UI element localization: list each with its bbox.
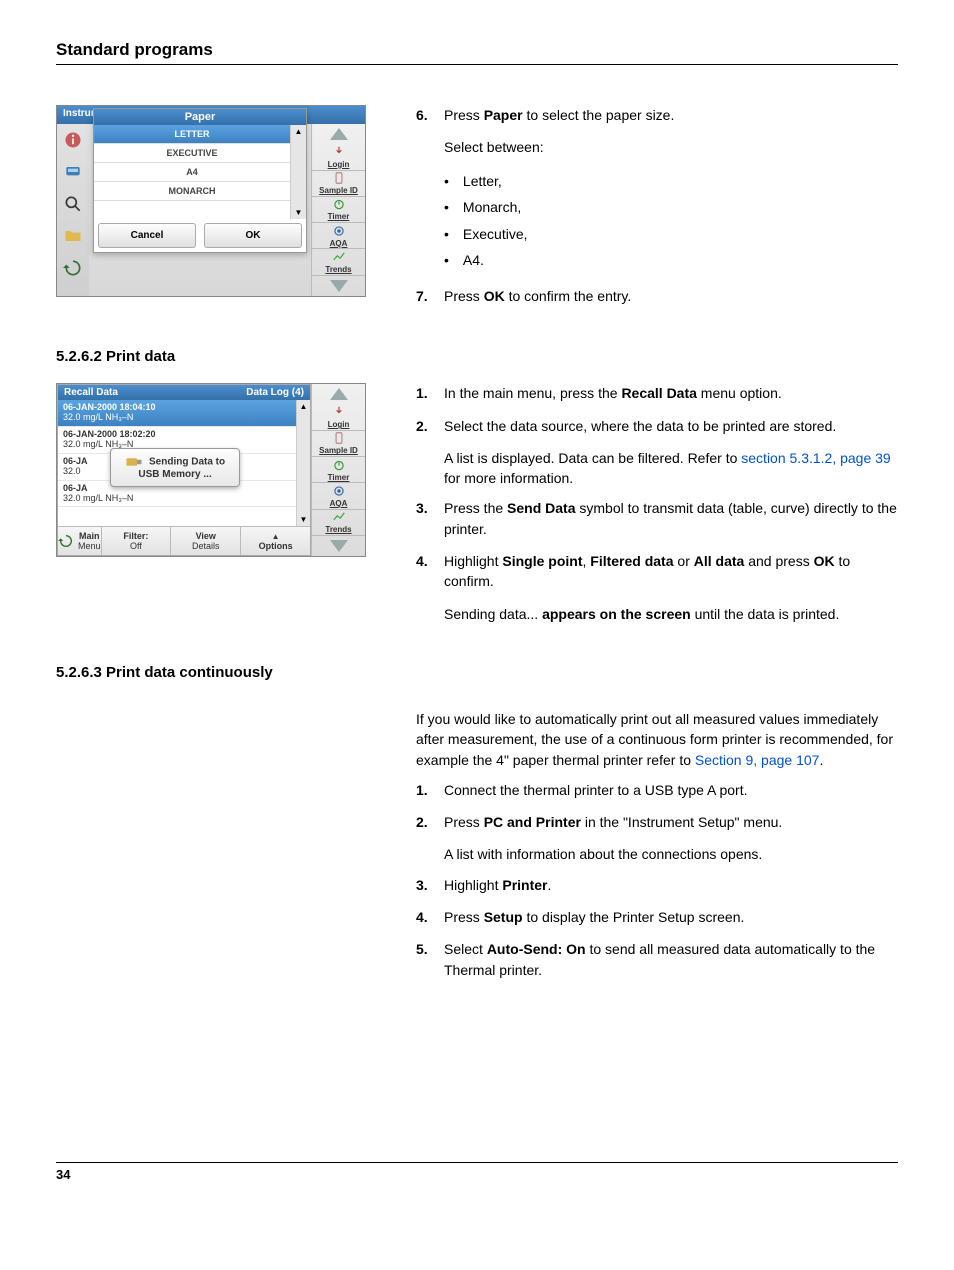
dialog-title: Paper — [94, 109, 306, 125]
recall-title-bar: Recall Data Data Log (4) — [58, 385, 310, 400]
option-monarch: Monarch, — [444, 194, 898, 221]
list-note: A list is displayed. Data can be filtere… — [444, 448, 898, 489]
scrollbar[interactable]: ▲▼ — [296, 400, 310, 526]
step-num: 3. — [416, 875, 444, 895]
tile-login[interactable]: Login — [312, 144, 365, 170]
scroll-up-icon[interactable]: ▲ — [295, 127, 303, 136]
list-note: A list with information about the connec… — [444, 844, 898, 864]
scroll-down-icon[interactable]: ▼ — [295, 208, 303, 217]
step-text: Press OK to confirm the entry. — [444, 286, 898, 306]
arrow-down-icon[interactable] — [330, 280, 348, 292]
right-tiles: Login Sample ID Timer AQA Trends — [311, 124, 365, 296]
step-num: 7. — [416, 286, 444, 306]
arrow-down-icon[interactable] — [330, 540, 348, 552]
tile-sample-id[interactable]: Sample ID — [312, 431, 365, 457]
usb-icon — [125, 455, 143, 469]
search-icon — [63, 194, 83, 214]
step-num: 1. — [416, 780, 444, 800]
step-text: Select Auto-Send: On to send all measure… — [444, 939, 898, 980]
heading-5-2-6-3: 5.2.6.3 Print data continuously — [56, 664, 898, 681]
arrow-up-icon[interactable] — [330, 388, 348, 400]
tile-login[interactable]: Login — [312, 405, 365, 431]
back-icon — [58, 533, 74, 549]
bottom-toolbar: MainMenu Filter:Off ViewDetails ▲Options — [58, 526, 310, 555]
step-num: 2. — [416, 416, 444, 436]
paper-option-monarch[interactable]: MONARCH — [94, 182, 290, 201]
screenshot-recall-data: Recall Data Data Log (4) 06-JAN-2000 18:… — [56, 383, 366, 557]
page-number: 34 — [56, 1162, 898, 1182]
step-num: 1. — [416, 383, 444, 403]
recall-title: Recall Data — [64, 387, 118, 398]
tile-trends[interactable]: Trends — [312, 510, 365, 536]
data-log-count: Data Log (4) — [246, 387, 304, 398]
tile-timer[interactable]: Timer — [312, 197, 365, 223]
tile-sample-id[interactable]: Sample ID — [312, 171, 365, 197]
step-num: 2. — [416, 812, 444, 832]
step-text: Press Paper to select the paper size. — [444, 105, 898, 125]
step-text: Highlight Printer. — [444, 875, 898, 895]
sending-popup: Sending Data to USB Memory ... — [110, 448, 240, 487]
paper-options-list[interactable]: LETTER EXECUTIVE A4 MONARCH — [94, 125, 290, 219]
tile-aqa[interactable]: AQA — [312, 483, 365, 509]
option-a4: A4. — [444, 247, 898, 274]
heading-5-2-6-2: 5.2.6.2 Print data — [56, 348, 898, 365]
step-text: Press Setup to display the Printer Setup… — [444, 907, 898, 927]
step-text: In the main menu, press the Recall Data … — [444, 383, 898, 403]
step-text: Press PC and Printer in the "Instrument … — [444, 812, 898, 832]
sending-note: Sending data... appears on the screen un… — [444, 604, 898, 624]
back-icon — [63, 258, 83, 278]
step-text: Press the Send Data symbol to transmit d… — [444, 498, 898, 539]
scrollbar[interactable]: ▲▼ — [290, 125, 306, 219]
view-button[interactable]: ViewDetails — [171, 527, 241, 555]
right-tiles: Login Sample ID Timer AQA Trends — [311, 384, 365, 556]
left-toolbar — [57, 124, 89, 296]
step-num: 6. — [416, 105, 444, 125]
step-text: Select the data source, where the data t… — [444, 416, 898, 436]
paper-option-executive[interactable]: EXECUTIVE — [94, 144, 290, 163]
paper-options-doc: Letter, Monarch, Executive, A4. — [444, 168, 898, 274]
paper-dialog: Paper LETTER EXECUTIVE A4 MONARCH ▲▼ — [93, 108, 307, 253]
info-icon — [63, 130, 83, 150]
page-title: Standard programs — [56, 40, 898, 65]
xref-link[interactable]: section 5.3.1.2, page 39 — [741, 450, 890, 466]
step-num: 4. — [416, 551, 444, 592]
step-num: 4. — [416, 907, 444, 927]
paper-option-letter[interactable]: LETTER — [94, 125, 290, 144]
main-menu-button[interactable]: MainMenu — [58, 527, 102, 555]
ok-button[interactable]: OK — [204, 223, 302, 248]
screenshot-paper-dialog: Instrument Setup Paper LETTER — [56, 105, 366, 297]
scroll-up-icon[interactable]: ▲ — [300, 402, 308, 411]
tile-aqa[interactable]: AQA — [312, 223, 365, 249]
tile-trends[interactable]: Trends — [312, 249, 365, 275]
table-row[interactable]: 06-JAN-2000 18:04:1032.0 mg/L NH₃–N — [58, 400, 296, 427]
scroll-down-icon[interactable]: ▼ — [300, 515, 308, 524]
paper-option-a4[interactable]: A4 — [94, 163, 290, 182]
device-icon — [63, 162, 83, 182]
intro-para: If you would like to automatically print… — [416, 709, 898, 770]
step-num: 3. — [416, 498, 444, 539]
option-letter: Letter, — [444, 168, 898, 195]
step-text: Connect the thermal printer to a USB typ… — [444, 780, 898, 800]
step-text: Highlight Single point, Filtered data or… — [444, 551, 898, 592]
select-between-text: Select between: — [444, 137, 898, 157]
step-num: 5. — [416, 939, 444, 980]
chevron-up-icon: ▲ — [241, 532, 310, 541]
xref-link[interactable]: Section 9, page 107 — [695, 752, 820, 768]
cancel-button[interactable]: Cancel — [98, 223, 196, 248]
filter-button[interactable]: Filter:Off — [102, 527, 172, 555]
options-button[interactable]: ▲Options — [241, 527, 310, 555]
folder-icon — [63, 226, 83, 246]
option-executive: Executive, — [444, 221, 898, 248]
arrow-up-icon[interactable] — [330, 128, 348, 140]
tile-timer[interactable]: Timer — [312, 457, 365, 483]
